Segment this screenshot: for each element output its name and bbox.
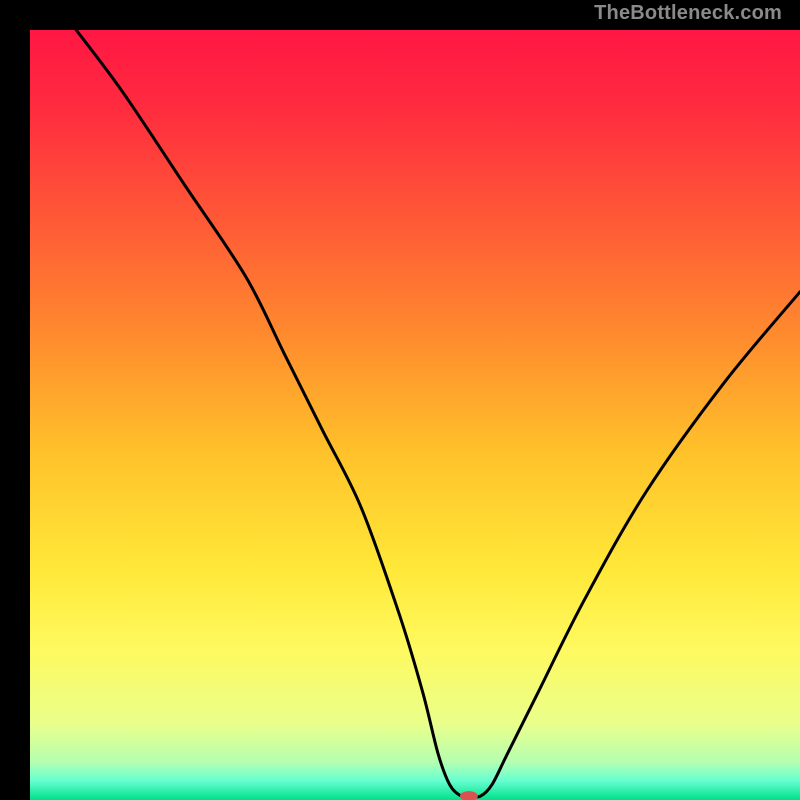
- watermark-text: TheBottleneck.com: [594, 2, 782, 25]
- chart-frame: [15, 15, 785, 785]
- bottleneck-chart: [30, 30, 800, 800]
- gradient-background: [30, 30, 800, 800]
